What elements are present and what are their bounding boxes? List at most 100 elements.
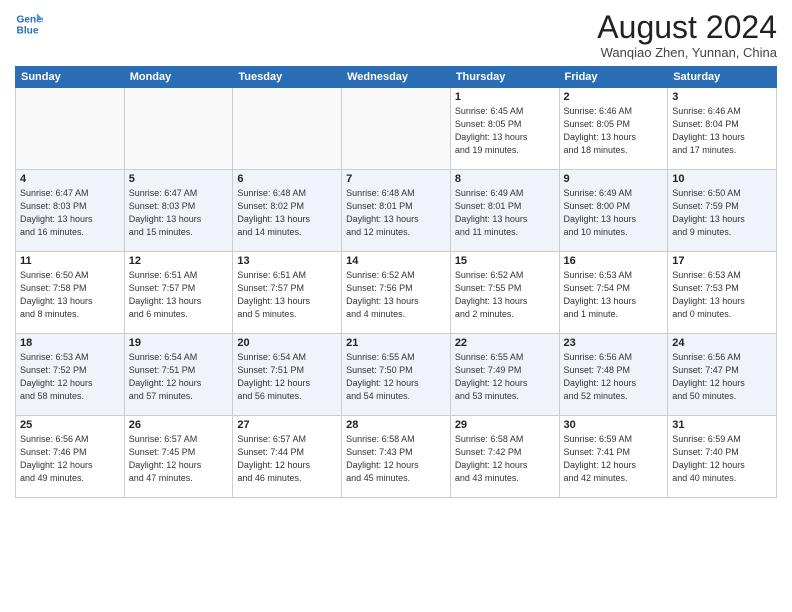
day-number: 19 (129, 337, 229, 349)
day-info: Sunrise: 6:51 AM Sunset: 7:57 PM Dayligh… (129, 269, 229, 321)
day-info: Sunrise: 6:49 AM Sunset: 8:00 PM Dayligh… (564, 187, 664, 239)
weekday-friday: Friday (559, 67, 668, 88)
day-number: 23 (564, 337, 664, 349)
table-row: 28 Sunrise: 6:58 AM Sunset: 7:43 PM Dayli… (342, 416, 451, 498)
table-row: 20Sunrise: 6:54 AM Sunset: 7:51 PM Dayli… (233, 334, 342, 416)
calendar-week-5: 25 Sunrise: 6:56 AM Sunset: 7:46 PM Dayli… (16, 416, 777, 498)
table-row: 14 Sunrise: 6:52 AM Sunset: 7:56 PM Dayli… (342, 252, 451, 334)
calendar-week-3: 11 Sunrise: 6:50 AM Sunset: 7:58 PM Dayli… (16, 252, 777, 334)
day-number: 17 (672, 255, 772, 267)
title-block: August 2024 Wanqiao Zhen, Yunnan, China (597, 10, 777, 60)
day-info: Sunrise: 6:56 AM Sunset: 7:46 PM Dayligh… (20, 433, 120, 485)
day-number: 6 (237, 173, 337, 185)
day-info: Sunrise: 6:56 AM Sunset: 7:48 PM Dayligh… (564, 351, 664, 403)
day-number: 10 (672, 173, 772, 185)
day-info: Sunrise: 6:53 AM Sunset: 7:53 PM Dayligh… (672, 269, 772, 321)
day-info: Sunrise: 6:55 AM Sunset: 7:49 PM Dayligh… (455, 351, 555, 403)
day-info: Sunrise: 6:46 AM Sunset: 8:05 PM Dayligh… (564, 105, 664, 157)
calendar-week-1: 1Sunrise: 6:45 AM Sunset: 8:05 PM Daylig… (16, 88, 777, 170)
table-row: 8 Sunrise: 6:49 AM Sunset: 8:01 PM Daylig… (450, 170, 559, 252)
weekday-tuesday: Tuesday (233, 67, 342, 88)
day-info: Sunrise: 6:59 AM Sunset: 7:41 PM Dayligh… (564, 433, 664, 485)
calendar: SundayMondayTuesdayWednesdayThursdayFrid… (15, 66, 777, 498)
table-row: 4Sunrise: 6:47 AM Sunset: 8:03 PM Daylig… (16, 170, 125, 252)
day-info: Sunrise: 6:57 AM Sunset: 7:45 PM Dayligh… (129, 433, 229, 485)
day-info: Sunrise: 6:48 AM Sunset: 8:02 PM Dayligh… (237, 187, 337, 239)
day-info: Sunrise: 6:53 AM Sunset: 7:52 PM Dayligh… (20, 351, 120, 403)
day-info: Sunrise: 6:59 AM Sunset: 7:40 PM Dayligh… (672, 433, 772, 485)
page: General Blue August 2024 Wanqiao Zhen, Y… (0, 0, 792, 612)
day-info: Sunrise: 6:50 AM Sunset: 7:59 PM Dayligh… (672, 187, 772, 239)
table-row (124, 88, 233, 170)
table-row: 31 Sunrise: 6:59 AM Sunset: 7:40 PM Dayli… (668, 416, 777, 498)
table-row: 7 Sunrise: 6:48 AM Sunset: 8:01 PM Daylig… (342, 170, 451, 252)
table-row: 11 Sunrise: 6:50 AM Sunset: 7:58 PM Dayli… (16, 252, 125, 334)
day-info: Sunrise: 6:49 AM Sunset: 8:01 PM Dayligh… (455, 187, 555, 239)
weekday-sunday: Sunday (16, 67, 125, 88)
svg-text:Blue: Blue (17, 25, 39, 36)
weekday-header-row: SundayMondayTuesdayWednesdayThursdayFrid… (16, 67, 777, 88)
day-number: 22 (455, 337, 555, 349)
table-row: 29 Sunrise: 6:58 AM Sunset: 7:42 PM Dayli… (450, 416, 559, 498)
day-number: 24 (672, 337, 772, 349)
weekday-wednesday: Wednesday (342, 67, 451, 88)
table-row: 10 Sunrise: 6:50 AM Sunset: 7:59 PM Dayli… (668, 170, 777, 252)
day-info: Sunrise: 6:52 AM Sunset: 7:56 PM Dayligh… (346, 269, 446, 321)
table-row: 22 Sunrise: 6:55 AM Sunset: 7:49 PM Dayli… (450, 334, 559, 416)
day-number: 31 (672, 419, 772, 431)
day-info: Sunrise: 6:54 AM Sunset: 7:51 PM Dayligh… (129, 351, 229, 403)
day-number: 29 (455, 419, 555, 431)
day-info: Sunrise: 6:58 AM Sunset: 7:42 PM Dayligh… (455, 433, 555, 485)
table-row: 3 Sunrise: 6:46 AM Sunset: 8:04 PM Daylig… (668, 88, 777, 170)
day-number: 18 (20, 337, 120, 349)
weekday-thursday: Thursday (450, 67, 559, 88)
table-row: 15 Sunrise: 6:52 AM Sunset: 7:55 PM Dayli… (450, 252, 559, 334)
table-row: 2 Sunrise: 6:46 AM Sunset: 8:05 PM Daylig… (559, 88, 668, 170)
logo: General Blue (15, 10, 43, 38)
day-number: 11 (20, 255, 120, 267)
table-row (16, 88, 125, 170)
day-info: Sunrise: 6:52 AM Sunset: 7:55 PM Dayligh… (455, 269, 555, 321)
day-number: 12 (129, 255, 229, 267)
logo-icon: General Blue (15, 10, 43, 38)
day-info: Sunrise: 6:51 AM Sunset: 7:57 PM Dayligh… (237, 269, 337, 321)
day-number: 15 (455, 255, 555, 267)
day-number: 8 (455, 173, 555, 185)
day-number: 3 (672, 91, 772, 103)
table-row: 24 Sunrise: 6:56 AM Sunset: 7:47 PM Dayli… (668, 334, 777, 416)
month-title: August 2024 (597, 10, 777, 45)
day-number: 9 (564, 173, 664, 185)
header: General Blue August 2024 Wanqiao Zhen, Y… (15, 10, 777, 60)
day-info: Sunrise: 6:50 AM Sunset: 7:58 PM Dayligh… (20, 269, 120, 321)
day-number: 16 (564, 255, 664, 267)
day-number: 25 (20, 419, 120, 431)
day-info: Sunrise: 6:47 AM Sunset: 8:03 PM Dayligh… (129, 187, 229, 239)
day-info: Sunrise: 6:46 AM Sunset: 8:04 PM Dayligh… (672, 105, 772, 157)
table-row (342, 88, 451, 170)
day-number: 27 (237, 419, 337, 431)
day-number: 5 (129, 173, 229, 185)
day-info: Sunrise: 6:58 AM Sunset: 7:43 PM Dayligh… (346, 433, 446, 485)
day-number: 1 (455, 91, 555, 103)
day-number: 14 (346, 255, 446, 267)
table-row: 1Sunrise: 6:45 AM Sunset: 8:05 PM Daylig… (450, 88, 559, 170)
day-info: Sunrise: 6:48 AM Sunset: 8:01 PM Dayligh… (346, 187, 446, 239)
day-number: 28 (346, 419, 446, 431)
table-row: 30 Sunrise: 6:59 AM Sunset: 7:41 PM Dayli… (559, 416, 668, 498)
table-row: 5 Sunrise: 6:47 AM Sunset: 8:03 PM Daylig… (124, 170, 233, 252)
day-info: Sunrise: 6:56 AM Sunset: 7:47 PM Dayligh… (672, 351, 772, 403)
day-number: 21 (346, 337, 446, 349)
weekday-saturday: Saturday (668, 67, 777, 88)
day-number: 13 (237, 255, 337, 267)
calendar-week-4: 18 Sunrise: 6:53 AM Sunset: 7:52 PM Dayli… (16, 334, 777, 416)
table-row: 12 Sunrise: 6:51 AM Sunset: 7:57 PM Dayli… (124, 252, 233, 334)
day-number: 30 (564, 419, 664, 431)
table-row: 26Sunrise: 6:57 AM Sunset: 7:45 PM Dayli… (124, 416, 233, 498)
day-info: Sunrise: 6:53 AM Sunset: 7:54 PM Dayligh… (564, 269, 664, 321)
day-number: 4 (20, 173, 120, 185)
day-info: Sunrise: 6:57 AM Sunset: 7:44 PM Dayligh… (237, 433, 337, 485)
table-row: 18 Sunrise: 6:53 AM Sunset: 7:52 PM Dayli… (16, 334, 125, 416)
day-number: 2 (564, 91, 664, 103)
table-row: 25 Sunrise: 6:56 AM Sunset: 7:46 PM Dayli… (16, 416, 125, 498)
day-number: 7 (346, 173, 446, 185)
